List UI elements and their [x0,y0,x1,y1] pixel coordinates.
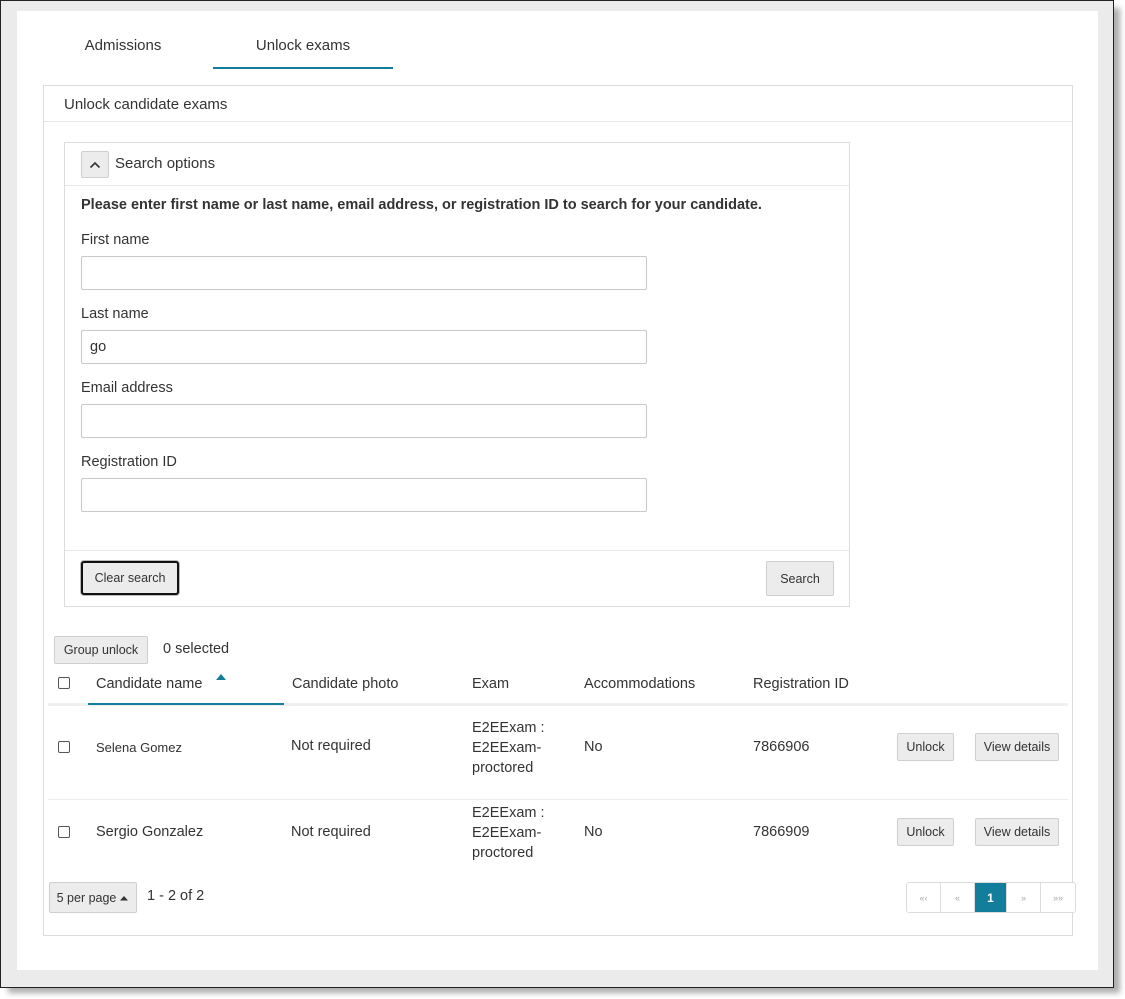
clear-search-button[interactable]: Clear search [81,561,179,595]
next-page-button[interactable]: » [1007,883,1041,912]
window-frame: Admissions Unlock exams Unlock candidate… [0,0,1114,988]
pagination-controls: «‹ « 1 » »» [906,882,1076,913]
email-label: Email address [81,380,173,396]
active-tab-indicator [213,67,393,69]
search-options-panel: Search options Please enter first name o… [64,142,850,607]
exam-line: E2EExam- [472,825,542,841]
caret-up-icon [120,895,129,900]
per-page-dropdown[interactable]: 5 per page [49,882,137,913]
selected-count: 0 selected [163,641,230,657]
column-header-accommodations: Accommodations [584,676,696,692]
candidate-name: Selena Gomez [96,740,182,755]
unlock-card: Unlock candidate exams Search options Pl… [43,85,1076,936]
registration-id-label: Registration ID [81,454,177,470]
tab-admissions[interactable]: Admissions [61,37,185,54]
tab-unlock-exams[interactable]: Unlock exams [213,37,393,54]
first-name-input[interactable] [81,256,647,290]
candidate-photo: Not required [291,824,371,840]
unlock-button[interactable]: Unlock [897,818,954,846]
divider [44,121,1072,122]
sort-ascending-icon [216,674,226,680]
email-input[interactable] [81,404,647,438]
row-divider [48,799,1068,800]
exam-line: E2EExam- [472,740,542,756]
page-panel: Admissions Unlock exams Unlock candidate… [17,11,1098,970]
previous-page-button[interactable]: « [941,883,975,912]
registration-id: 7866906 [753,739,810,755]
exam-line: proctored [472,845,534,861]
registration-id: 7866909 [753,824,810,840]
exam-line: E2EExam : [472,720,545,736]
per-page-label: 5 per page [56,890,117,905]
search-instructions: Please enter first name or last name, em… [81,197,762,213]
column-header-candidate-photo: Candidate photo [292,676,399,692]
last-name-label: Last name [81,306,149,322]
search-options-title: Search options [115,155,216,172]
last-name-input[interactable] [81,330,647,364]
view-details-button[interactable]: View details [975,733,1059,761]
last-page-button[interactable]: »» [1041,883,1075,912]
first-name-label: First name [81,232,150,248]
exam-line: E2EExam : [472,805,545,821]
select-all-checkbox[interactable] [58,677,70,689]
chevron-up-icon [89,161,101,168]
view-details-button[interactable]: View details [975,818,1059,846]
page-1-button[interactable]: 1 [975,883,1007,912]
unlock-button[interactable]: Unlock [897,733,954,761]
exam-name: E2EExam : E2EExam- proctored [472,803,545,863]
divider [65,185,849,186]
row-checkbox[interactable] [58,741,70,753]
candidate-photo: Not required [291,738,371,754]
column-header-candidate-name[interactable]: Candidate name [96,676,202,692]
sorted-column-indicator [88,703,284,705]
search-button[interactable]: Search [766,561,834,596]
registration-id-input[interactable] [81,478,647,512]
divider [65,550,849,551]
column-header-registration-id: Registration ID [753,676,849,692]
exam-name: E2EExam : E2EExam- proctored [472,718,545,778]
group-unlock-button[interactable]: Group unlock [54,636,148,664]
accommodations: No [584,739,603,755]
card-title: Unlock candidate exams [64,96,228,113]
accommodations: No [584,824,603,840]
row-checkbox[interactable] [58,826,70,838]
candidate-name: Sergio Gonzalez [96,824,204,840]
collapse-search-button[interactable] [81,151,109,178]
first-page-button[interactable]: «‹ [907,883,941,912]
column-header-exam: Exam [472,676,510,692]
pagination-range: 1 - 2 of 2 [147,888,205,904]
exam-line: proctored [472,760,534,776]
